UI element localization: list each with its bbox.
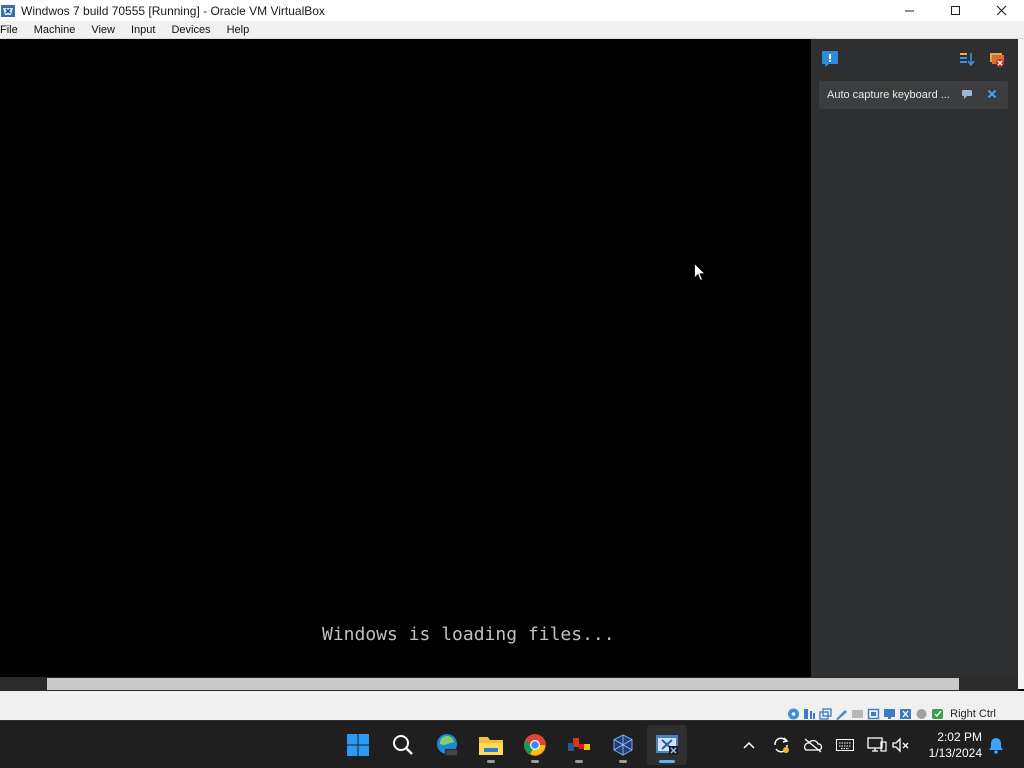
display-network-icon [867, 737, 887, 752]
notifications-button[interactable] [986, 735, 1006, 755]
keyboard-icon [836, 739, 854, 751]
audio-icon[interactable] [819, 708, 832, 720]
show-hidden-icons-button[interactable] [739, 735, 759, 755]
virtualization-icon[interactable] [915, 708, 928, 720]
horizontal-scrollbar[interactable] [0, 677, 1018, 691]
sync-icon [774, 737, 789, 753]
onedrive-offline-icon [804, 738, 823, 753]
virtualbox-icon [613, 734, 633, 756]
start-icon [347, 734, 369, 756]
usb-icon[interactable] [851, 708, 864, 720]
file-explorer-app[interactable] [471, 725, 511, 765]
mouse-pointer-icon [694, 263, 706, 282]
vm-display[interactable] [0, 39, 811, 677]
menu-view[interactable]: View [83, 24, 123, 36]
shared-folders-icon[interactable] [867, 708, 880, 720]
office-app-icon [568, 738, 590, 751]
close-icon [996, 5, 1006, 16]
notification-center-button[interactable] [821, 50, 839, 68]
notification-message: Auto capture keyboard ... [827, 89, 950, 101]
status-bar: Right Ctrl [0, 691, 1024, 720]
volume-tray-button[interactable] [891, 735, 911, 755]
video-capture-icon[interactable] [899, 708, 912, 720]
taskbar: 2:02 PM 1/13/2024 [0, 720, 1024, 768]
volume-muted-icon [892, 737, 909, 753]
edge-beta-icon [437, 734, 458, 756]
notification-center-panel: Auto capture keyboard ... [811, 39, 1018, 689]
maximize-button[interactable] [932, 0, 978, 21]
menu-bar: File Machine View Input Devices Help [0, 21, 1024, 39]
office-app[interactable] [559, 725, 599, 765]
chevron-up-icon [743, 741, 755, 749]
clock-time: 2:02 PM [937, 730, 982, 744]
menu-devices[interactable]: Devices [163, 24, 218, 36]
minimize-icon [904, 10, 914, 12]
scrollbar-thumb[interactable] [47, 678, 959, 690]
ignore-all-icon [990, 53, 1004, 67]
close-button[interactable] [978, 0, 1024, 21]
start-button[interactable] [338, 725, 378, 765]
optical-drive-icon[interactable] [803, 708, 816, 720]
clock-date: 1/13/2024 [928, 746, 982, 760]
system-clock[interactable]: 2:02 PM 1/13/2024 [929, 729, 982, 761]
mouse-integration-icon[interactable] [931, 708, 944, 720]
notification-bell-icon [989, 738, 1003, 754]
chrome-app[interactable] [515, 725, 555, 765]
running-indicator [487, 760, 495, 763]
virtualbox-app-icon [1, 4, 15, 17]
menu-machine[interactable]: Machine [26, 24, 84, 36]
edge-beta-app[interactable] [427, 725, 467, 765]
running-indicator [659, 760, 675, 763]
vm-window-icon [656, 735, 678, 755]
hard-disk-icon[interactable] [787, 708, 800, 720]
window-titlebar: Windwos 7 build 70555 [Running] - Oracle… [0, 0, 1024, 21]
close-icon [987, 89, 997, 99]
pin-icon [962, 90, 972, 99]
display-icon[interactable] [883, 708, 896, 720]
file-explorer-icon [479, 737, 503, 755]
search-button[interactable] [383, 725, 423, 765]
host-key-label: Right Ctrl [950, 708, 996, 720]
ignore-all-button[interactable] [988, 50, 1006, 68]
menu-input[interactable]: Input [123, 24, 163, 36]
notification-close-button[interactable] [985, 87, 999, 101]
sync-tray-button[interactable] [771, 735, 791, 755]
menu-help[interactable]: Help [219, 24, 258, 36]
window-title: Windwos 7 build 70555 [Running] - Oracle… [21, 3, 325, 18]
maximize-icon [950, 6, 960, 15]
vm-window-app[interactable] [647, 725, 687, 765]
keyboard-tray-button[interactable] [835, 735, 855, 755]
notification-pin-button[interactable] [960, 87, 974, 101]
network-icon[interactable] [835, 708, 848, 720]
menu-file[interactable]: File [0, 24, 26, 36]
notification-center-icon [822, 51, 838, 67]
chrome-icon [524, 734, 546, 756]
onedrive-tray-button[interactable] [803, 735, 823, 755]
boot-message: Windows is loading files... [322, 624, 615, 645]
network-tray-button[interactable] [867, 735, 887, 755]
minimize-button[interactable] [886, 0, 932, 21]
notification-card[interactable]: Auto capture keyboard ... [819, 81, 1008, 109]
search-icon [393, 735, 413, 755]
sort-button[interactable] [958, 50, 976, 68]
running-indicator [531, 760, 539, 763]
window-edge [1018, 39, 1024, 689]
sort-icon [960, 53, 975, 67]
virtualbox-app[interactable] [603, 725, 643, 765]
running-indicator [619, 760, 627, 763]
running-indicator [575, 760, 583, 763]
